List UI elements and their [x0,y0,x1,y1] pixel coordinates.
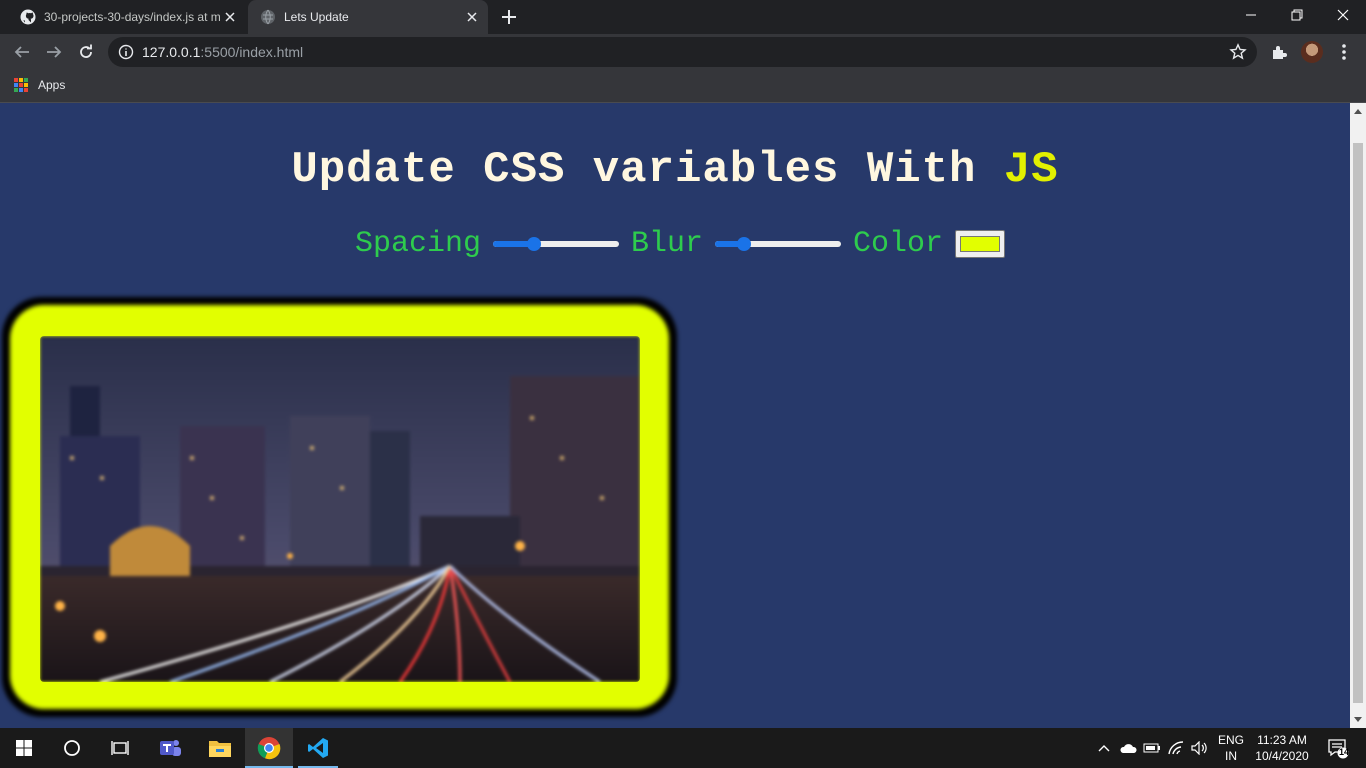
bookmarks-bar: Apps [0,70,1366,103]
globe-icon [261,9,275,25]
color-label: Color [853,227,944,261]
page-title: Update CSS variables With JS [0,145,1350,195]
page-viewport: Update CSS variables With JS Spacing Blu… [0,103,1350,728]
blur-slider[interactable] [715,235,842,253]
spacing-slider[interactable] [493,235,619,253]
windows-start-icon[interactable] [0,728,48,768]
notification-center-icon[interactable]: 14 [1318,728,1358,768]
browser-toolbar: 127.0.0.1:5500/index.html [0,34,1366,70]
close-icon[interactable] [464,9,480,25]
scroll-up-icon[interactable] [1350,103,1366,119]
language-code: ENG [1217,733,1244,747]
close-icon[interactable] [222,9,238,25]
color-picker[interactable] [955,230,1006,258]
profile-avatar[interactable] [1301,41,1323,63]
extensions-puzzle-icon[interactable] [1267,40,1291,64]
back-arrow-icon[interactable] [10,40,34,64]
address-bar[interactable]: 127.0.0.1:5500/index.html [108,37,1257,67]
task-view-icon[interactable] [96,728,144,768]
url-host: 127.0.0.1 [142,44,201,60]
file-explorer-icon[interactable] [196,728,244,768]
close-window-icon[interactable] [1320,0,1366,30]
clock[interactable]: 11:23 AM 10/4/2020 [1250,732,1314,764]
bookmark-star-icon[interactable] [1229,43,1247,61]
blur-label: Blur [631,227,704,261]
tab-github[interactable]: 30-projects-30-days/index.js at m [8,0,246,34]
minimize-icon[interactable] [1228,0,1274,30]
color-swatch [960,236,1001,252]
spacing-label: Spacing [354,227,481,261]
clock-date: 10/4/2020 [1255,749,1309,763]
restore-icon[interactable] [1274,0,1320,30]
new-tab-plus-icon[interactable] [500,8,518,26]
url-path: :5500/index.html [200,44,304,60]
search-circle-icon[interactable] [48,728,96,768]
vscode-icon[interactable] [294,728,342,768]
scroll-thumb[interactable] [1353,143,1363,703]
slider-thumb[interactable] [526,237,541,251]
scroll-down-icon[interactable] [1350,712,1366,728]
language-region: IN [1225,749,1237,763]
wifi-icon[interactable] [1164,728,1188,768]
bookmark-apps[interactable]: Apps [14,78,65,92]
vertical-scrollbar[interactable] [1350,103,1366,728]
menu-kebab-icon[interactable] [1332,40,1356,64]
tab-title: Lets Update [284,10,349,24]
reload-icon[interactable] [74,40,98,64]
battery-icon[interactable] [1140,728,1164,768]
city-night-image [40,336,640,682]
url-text: 127.0.0.1:5500/index.html [142,44,303,60]
controls-row: Spacing Blur Color [0,227,1350,261]
info-icon[interactable] [118,44,134,60]
onedrive-cloud-icon[interactable] [1116,728,1140,768]
github-icon [20,9,36,25]
tab-title: 30-projects-30-days/index.js at m [44,10,221,24]
notification-count: 14 [1339,747,1350,757]
title-main: Update CSS variables With [291,145,1004,195]
teams-icon[interactable] [146,728,194,768]
tab-strip: 30-projects-30-days/index.js at m Lets U… [0,0,1366,34]
chrome-icon[interactable] [245,728,293,768]
bookmark-label: Apps [38,78,66,92]
tray-chevron-up-icon[interactable] [1092,728,1116,768]
apps-grid-icon [14,78,28,92]
windows-taskbar: ENG IN 11:23 AM 10/4/2020 14 [0,728,1366,768]
title-highlight: JS [1003,145,1059,195]
volume-icon[interactable] [1188,728,1212,768]
forward-arrow-icon[interactable] [42,40,66,64]
clock-time: 11:23 AM [1257,733,1307,747]
tab-lets-update[interactable]: Lets Update [248,0,488,34]
input-language[interactable]: ENG IN [1214,732,1248,764]
slider-thumb[interactable] [737,237,752,251]
